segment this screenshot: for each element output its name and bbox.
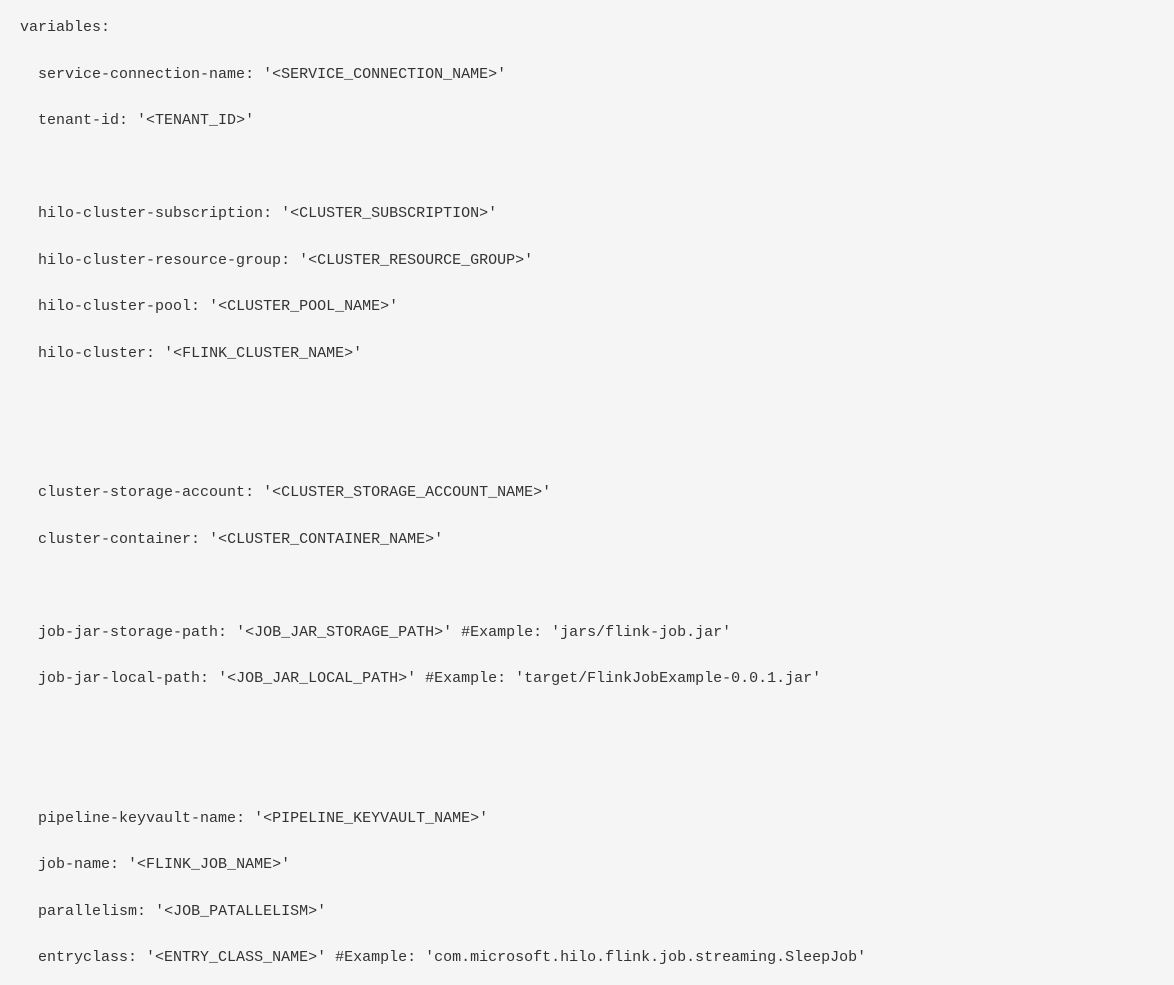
code-line: hilo-cluster-subscription: '<CLUSTER_SUB… xyxy=(20,202,1154,225)
yaml-comment: #Example: 'jars/flink-job.jar' xyxy=(452,624,731,641)
yaml-value: '<SERVICE_CONNECTION_NAME>' xyxy=(263,66,506,83)
yaml-value: '<JOB_PATALLELISM>' xyxy=(155,903,326,920)
yaml-value: '<CLUSTER_STORAGE_ACCOUNT_NAME>' xyxy=(263,484,551,501)
yaml-value: '<CLUSTER_SUBSCRIPTION>' xyxy=(281,205,497,222)
yaml-value: '<CLUSTER_CONTAINER_NAME>' xyxy=(209,531,443,548)
yaml-key: hilo-cluster-subscription xyxy=(38,205,263,222)
yaml-value: '<CLUSTER_POOL_NAME>' xyxy=(209,298,398,315)
header-key: variables: xyxy=(20,19,110,36)
yaml-key: tenant-id xyxy=(38,112,119,129)
code-line: cluster-storage-account: '<CLUSTER_STORA… xyxy=(20,481,1154,504)
blank-line xyxy=(20,760,1154,783)
yaml-value: '<PIPELINE_KEYVAULT_NAME>' xyxy=(254,810,488,827)
blank-line xyxy=(20,156,1154,179)
yaml-value: '<JOB_JAR_STORAGE_PATH>' xyxy=(236,624,452,641)
code-line: entryclass: '<ENTRY_CLASS_NAME>' #Exampl… xyxy=(20,946,1154,969)
code-line: hilo-cluster-resource-group: '<CLUSTER_R… xyxy=(20,249,1154,272)
code-line: job-name: '<FLINK_JOB_NAME>' xyxy=(20,853,1154,876)
yaml-value: '<TENANT_ID>' xyxy=(137,112,254,129)
yaml-key: entryclass xyxy=(38,949,128,966)
yaml-comment: #Example: 'target/FlinkJobExample-0.0.1.… xyxy=(416,670,821,687)
blank-line xyxy=(20,714,1154,737)
code-line: job-jar-local-path: '<JOB_JAR_LOCAL_PATH… xyxy=(20,667,1154,690)
yaml-key: hilo-cluster-pool xyxy=(38,298,191,315)
yaml-comment: #Example: 'com.microsoft.hilo.flink.job.… xyxy=(326,949,866,966)
code-line: service-connection-name: '<SERVICE_CONNE… xyxy=(20,63,1154,86)
yaml-key: parallelism xyxy=(38,903,137,920)
yaml-value: '<FLINK_JOB_NAME>' xyxy=(128,856,290,873)
yaml-key: pipeline-keyvault-name xyxy=(38,810,236,827)
yaml-key: service-connection-name xyxy=(38,66,245,83)
yaml-value: '<JOB_JAR_LOCAL_PATH>' xyxy=(218,670,416,687)
code-line: hilo-cluster: '<FLINK_CLUSTER_NAME>' xyxy=(20,342,1154,365)
yaml-key: hilo-cluster xyxy=(38,345,146,362)
code-line: cluster-container: '<CLUSTER_CONTAINER_N… xyxy=(20,528,1154,551)
code-line: hilo-cluster-pool: '<CLUSTER_POOL_NAME>' xyxy=(20,295,1154,318)
code-line: tenant-id: '<TENANT_ID>' xyxy=(20,109,1154,132)
yaml-value: '<FLINK_CLUSTER_NAME>' xyxy=(164,345,362,362)
code-block: variables: service-connection-name: '<SE… xyxy=(20,16,1154,969)
code-line: parallelism: '<JOB_PATALLELISM>' xyxy=(20,900,1154,923)
yaml-key: job-jar-local-path xyxy=(38,670,200,687)
blank-line xyxy=(20,574,1154,597)
yaml-key: job-name xyxy=(38,856,110,873)
blank-line xyxy=(20,388,1154,411)
blank-line xyxy=(20,435,1154,458)
yaml-key: cluster-container xyxy=(38,531,191,548)
yaml-value: '<CLUSTER_RESOURCE_GROUP>' xyxy=(299,252,533,269)
yaml-key: cluster-storage-account xyxy=(38,484,245,501)
code-line: job-jar-storage-path: '<JOB_JAR_STORAGE_… xyxy=(20,621,1154,644)
code-header-line: variables: xyxy=(20,16,1154,39)
yaml-key: hilo-cluster-resource-group xyxy=(38,252,281,269)
code-line: pipeline-keyvault-name: '<PIPELINE_KEYVA… xyxy=(20,807,1154,830)
yaml-key: job-jar-storage-path xyxy=(38,624,218,641)
yaml-value: '<ENTRY_CLASS_NAME>' xyxy=(146,949,326,966)
